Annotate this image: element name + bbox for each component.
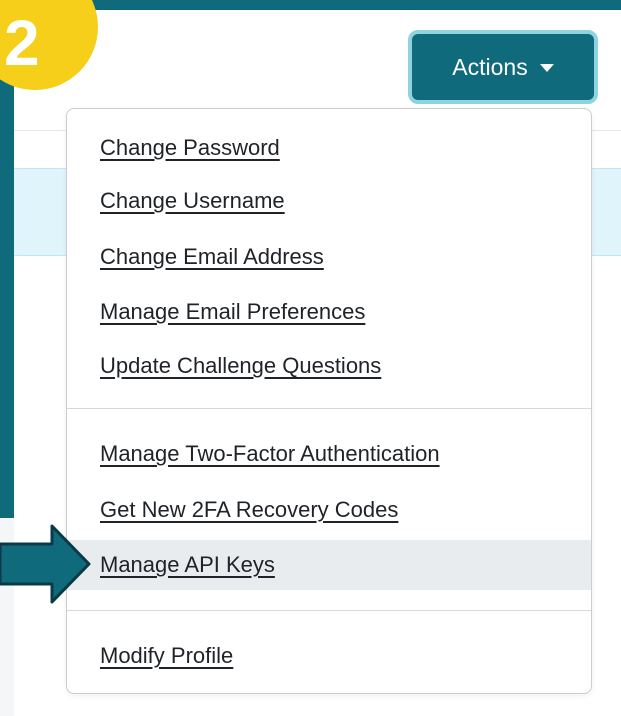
menu-item-change-username[interactable]: Change Username xyxy=(67,176,591,226)
step-number-badge: 2 xyxy=(0,0,98,90)
menu-item-modify-profile[interactable]: Modify Profile xyxy=(67,631,591,681)
arrow-right-icon xyxy=(0,524,91,604)
menu-item-manage-two-factor-authentication[interactable]: Manage Two-Factor Authentication xyxy=(67,429,591,479)
caret-down-icon xyxy=(539,64,554,72)
menu-item-change-password[interactable]: Change Password xyxy=(67,123,591,173)
actions-button-label: Actions xyxy=(452,53,528,80)
menu-item-manage-api-keys[interactable]: Manage API Keys xyxy=(67,540,591,590)
menu-item-get-new-2fa-recovery-codes[interactable]: Get New 2FA Recovery Codes xyxy=(67,485,591,535)
menu-divider xyxy=(67,408,591,409)
menu-item-update-challenge-questions[interactable]: Update Challenge Questions xyxy=(67,341,591,391)
menu-divider xyxy=(67,610,591,611)
menu-item-manage-email-preferences[interactable]: Manage Email Preferences xyxy=(67,287,591,337)
actions-dropdown-menu: Change Password Change Username Change E… xyxy=(66,108,592,694)
menu-item-change-email-address[interactable]: Change Email Address xyxy=(67,232,591,282)
actions-dropdown-button[interactable]: Actions xyxy=(408,30,598,104)
